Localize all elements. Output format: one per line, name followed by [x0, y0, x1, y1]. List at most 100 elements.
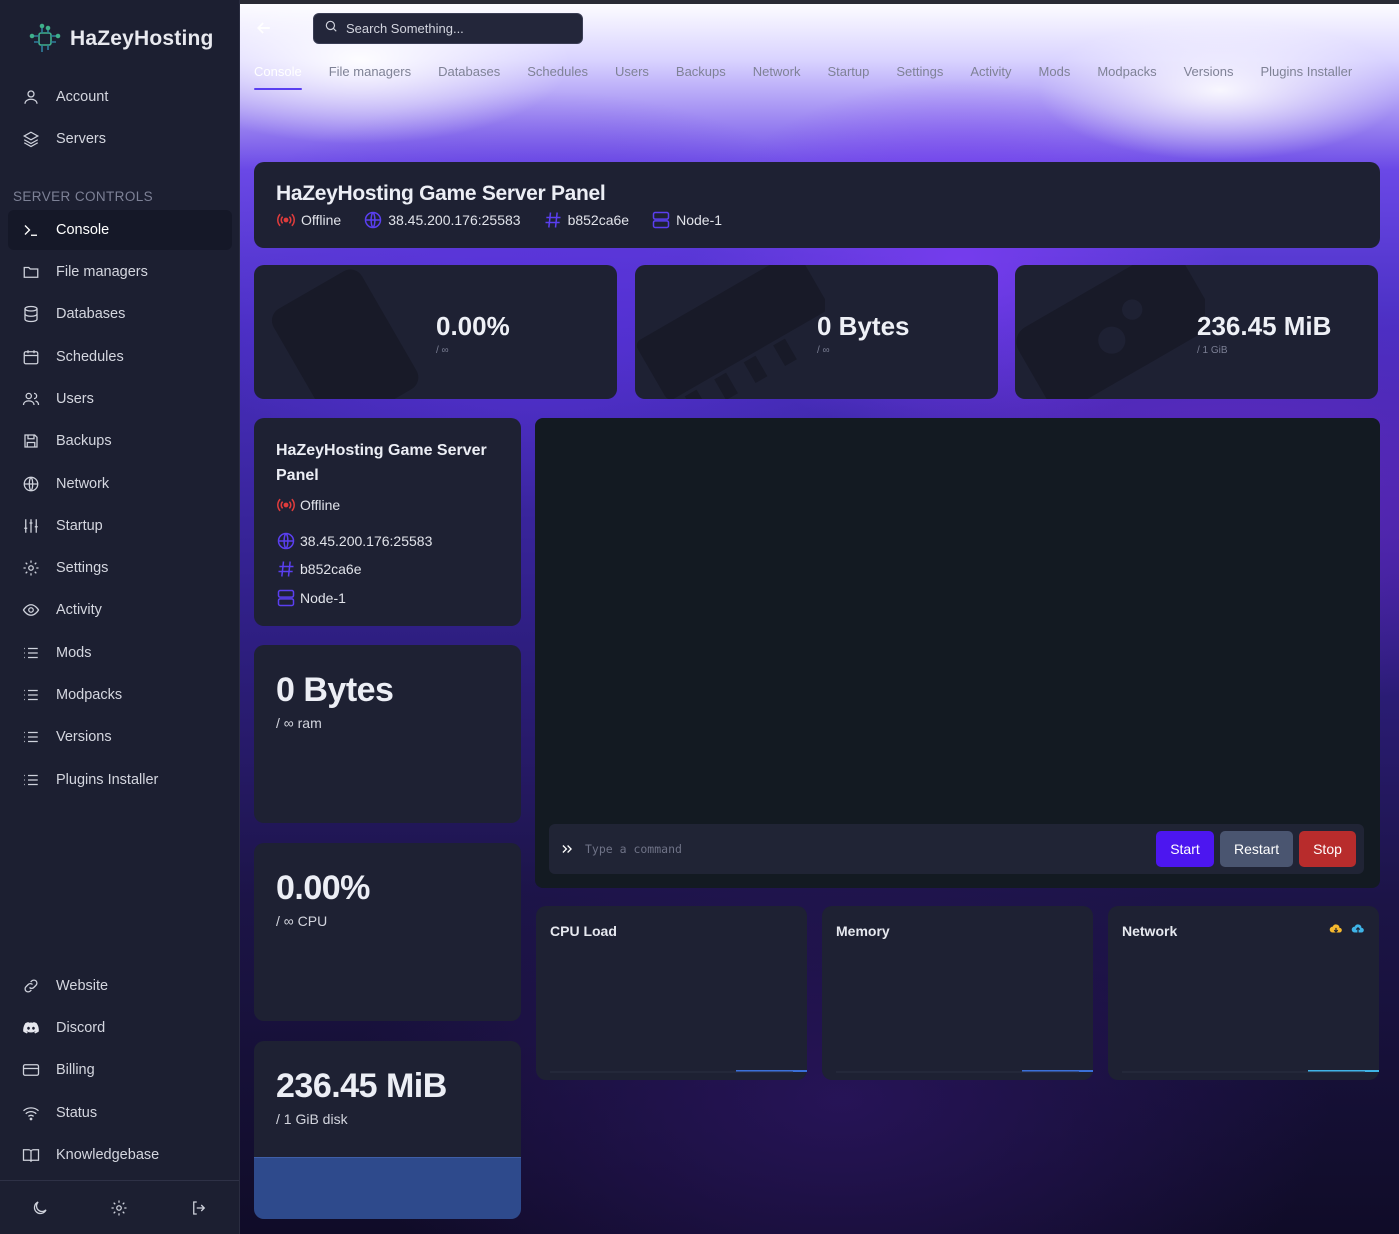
sidebar-item-versions[interactable]: Versions [8, 717, 232, 757]
hash-icon [278, 561, 294, 577]
sidebar-item-discord[interactable]: Discord [8, 1008, 232, 1048]
stat-value: 236.45 MiB [1197, 311, 1332, 341]
sidebar-item-modpacks[interactable]: Modpacks [8, 675, 232, 715]
tab-startup[interactable]: Startup [827, 62, 869, 90]
network-graph: Network [1108, 906, 1379, 1080]
tab-schedules[interactable]: Schedules [527, 62, 588, 90]
main-content: Console File managers Databases Schedule… [240, 0, 1399, 1234]
server-status-text: Offline [301, 212, 342, 228]
graph-title: Memory [836, 923, 890, 939]
stat-value: 0 Bytes [817, 311, 910, 341]
sidebar-item-databases[interactable]: Databases [8, 294, 232, 334]
user-icon [22, 88, 40, 106]
back-arrow-icon[interactable] [254, 18, 274, 38]
sidebar-item-users[interactable]: Users [8, 379, 232, 419]
server-info-title: HaZeyHosting Game Server Panel [276, 442, 487, 484]
sidebar-item-label: Console [56, 222, 110, 238]
tab-file-managers[interactable]: File managers [329, 62, 411, 90]
stat-sub: / ∞ [436, 345, 449, 356]
cloud-upload-icon [1351, 922, 1365, 936]
disk-sub: / 1 GiB disk [276, 1111, 348, 1127]
cpu-icon [271, 269, 419, 399]
gear-icon [22, 559, 40, 577]
search-box[interactable] [313, 13, 583, 44]
sidebar-item-label: File managers [56, 264, 148, 280]
folder-icon [22, 263, 40, 281]
brand[interactable]: HaZeyHosting [28, 22, 214, 56]
list-icon [22, 686, 40, 704]
terminal-icon [22, 221, 40, 239]
cloud-download-icon [1329, 922, 1343, 936]
server-icon [277, 589, 295, 607]
sidebar-item-schedules[interactable]: Schedules [8, 337, 232, 377]
sidebar-item-label: Backups [56, 433, 112, 449]
graph-title: Network [1122, 923, 1178, 939]
sidebar-item-file-managers[interactable]: File managers [8, 252, 232, 292]
disk-value: 236.45 MiB [276, 1067, 447, 1105]
cpu-value: 0.00% [276, 869, 370, 907]
sidebar-item-backups[interactable]: Backups [8, 421, 232, 461]
tab-settings[interactable]: Settings [896, 62, 943, 90]
tab-versions[interactable]: Versions [1184, 62, 1234, 90]
tab-users[interactable]: Users [615, 62, 649, 90]
search-input[interactable] [346, 21, 566, 36]
sidebar-item-label: Network [56, 476, 110, 492]
server-node-text: Node-1 [676, 212, 723, 228]
sidebar-item-label: Status [56, 1105, 98, 1121]
sidebar-item-console[interactable]: Console [8, 210, 232, 250]
server-info-status-text: Offline [300, 497, 341, 513]
memory-graph-line [836, 1070, 1093, 1073]
tab-console[interactable]: Console [254, 62, 302, 90]
users-icon [22, 390, 40, 408]
ram-sub: / ∞ ram [276, 715, 322, 731]
console-panel[interactable]: Start Restart Stop [535, 418, 1380, 888]
command-input[interactable] [585, 842, 1156, 856]
sidebar-item-mods[interactable]: Mods [8, 633, 232, 673]
server-node: Node-1 [651, 210, 722, 230]
tab-databases[interactable]: Databases [438, 62, 500, 90]
broadcast-icon [277, 498, 295, 512]
stop-button[interactable]: Stop [1299, 831, 1356, 867]
start-button[interactable]: Start [1156, 831, 1214, 867]
section-label-server-controls: SERVER CONTROLS [13, 189, 154, 204]
sidebar-item-servers[interactable]: Servers [8, 119, 232, 159]
sidebar-item-settings[interactable]: Settings [8, 548, 232, 588]
globe-icon [277, 532, 295, 550]
stat-card-cpu: 0.00% / ∞ [254, 265, 617, 399]
tab-mods[interactable]: Mods [1039, 62, 1071, 90]
sidebar-item-website[interactable]: Website [8, 966, 232, 1006]
tab-backups[interactable]: Backups [676, 62, 726, 90]
chevrons-right-icon [549, 842, 585, 856]
search-icon [324, 19, 338, 38]
sidebar-item-activity[interactable]: Activity [8, 590, 232, 630]
stat-sub: / 1 GiB [1197, 345, 1228, 356]
command-bar: Start Restart Stop [549, 824, 1364, 874]
cpu-card: 0.00% / ∞ CPU [254, 843, 521, 1021]
server-title: HaZeyHosting Game Server Panel [276, 182, 606, 205]
sidebar-item-label: Databases [56, 306, 126, 322]
sidebar-item-network[interactable]: Network [8, 464, 232, 504]
disk-usage-fill [254, 1156, 521, 1219]
sidebar-item-status[interactable]: Status [8, 1093, 232, 1133]
sidebar-item-startup[interactable]: Startup [8, 506, 232, 546]
sidebar-item-knowledgebase[interactable]: Knowledgebase [8, 1135, 232, 1175]
sidebar-item-label: Users [56, 391, 94, 407]
moon-icon[interactable] [29, 1197, 51, 1219]
cpu-graph-line [550, 1070, 807, 1073]
sidebar-item-account[interactable]: Account [8, 77, 232, 117]
server-address-text: 38.45.200.176:25583 [388, 212, 521, 228]
tab-modpacks[interactable]: Modpacks [1097, 62, 1156, 90]
tab-network[interactable]: Network [753, 62, 801, 90]
list-icon [22, 771, 40, 789]
sidebar-item-billing[interactable]: Billing [8, 1050, 232, 1090]
tab-plugins-installer[interactable]: Plugins Installer [1260, 62, 1352, 90]
server-icon [652, 211, 670, 229]
gear-icon[interactable] [108, 1197, 130, 1219]
network-legend [1329, 922, 1365, 936]
sidebar-item-plugins-installer[interactable]: Plugins Installer [8, 760, 232, 800]
tab-activity[interactable]: Activity [970, 62, 1011, 90]
logout-icon[interactable] [188, 1197, 210, 1219]
restart-button[interactable]: Restart [1220, 831, 1293, 867]
database-icon [22, 305, 40, 323]
server-info-address-text: 38.45.200.176:25583 [300, 533, 433, 549]
